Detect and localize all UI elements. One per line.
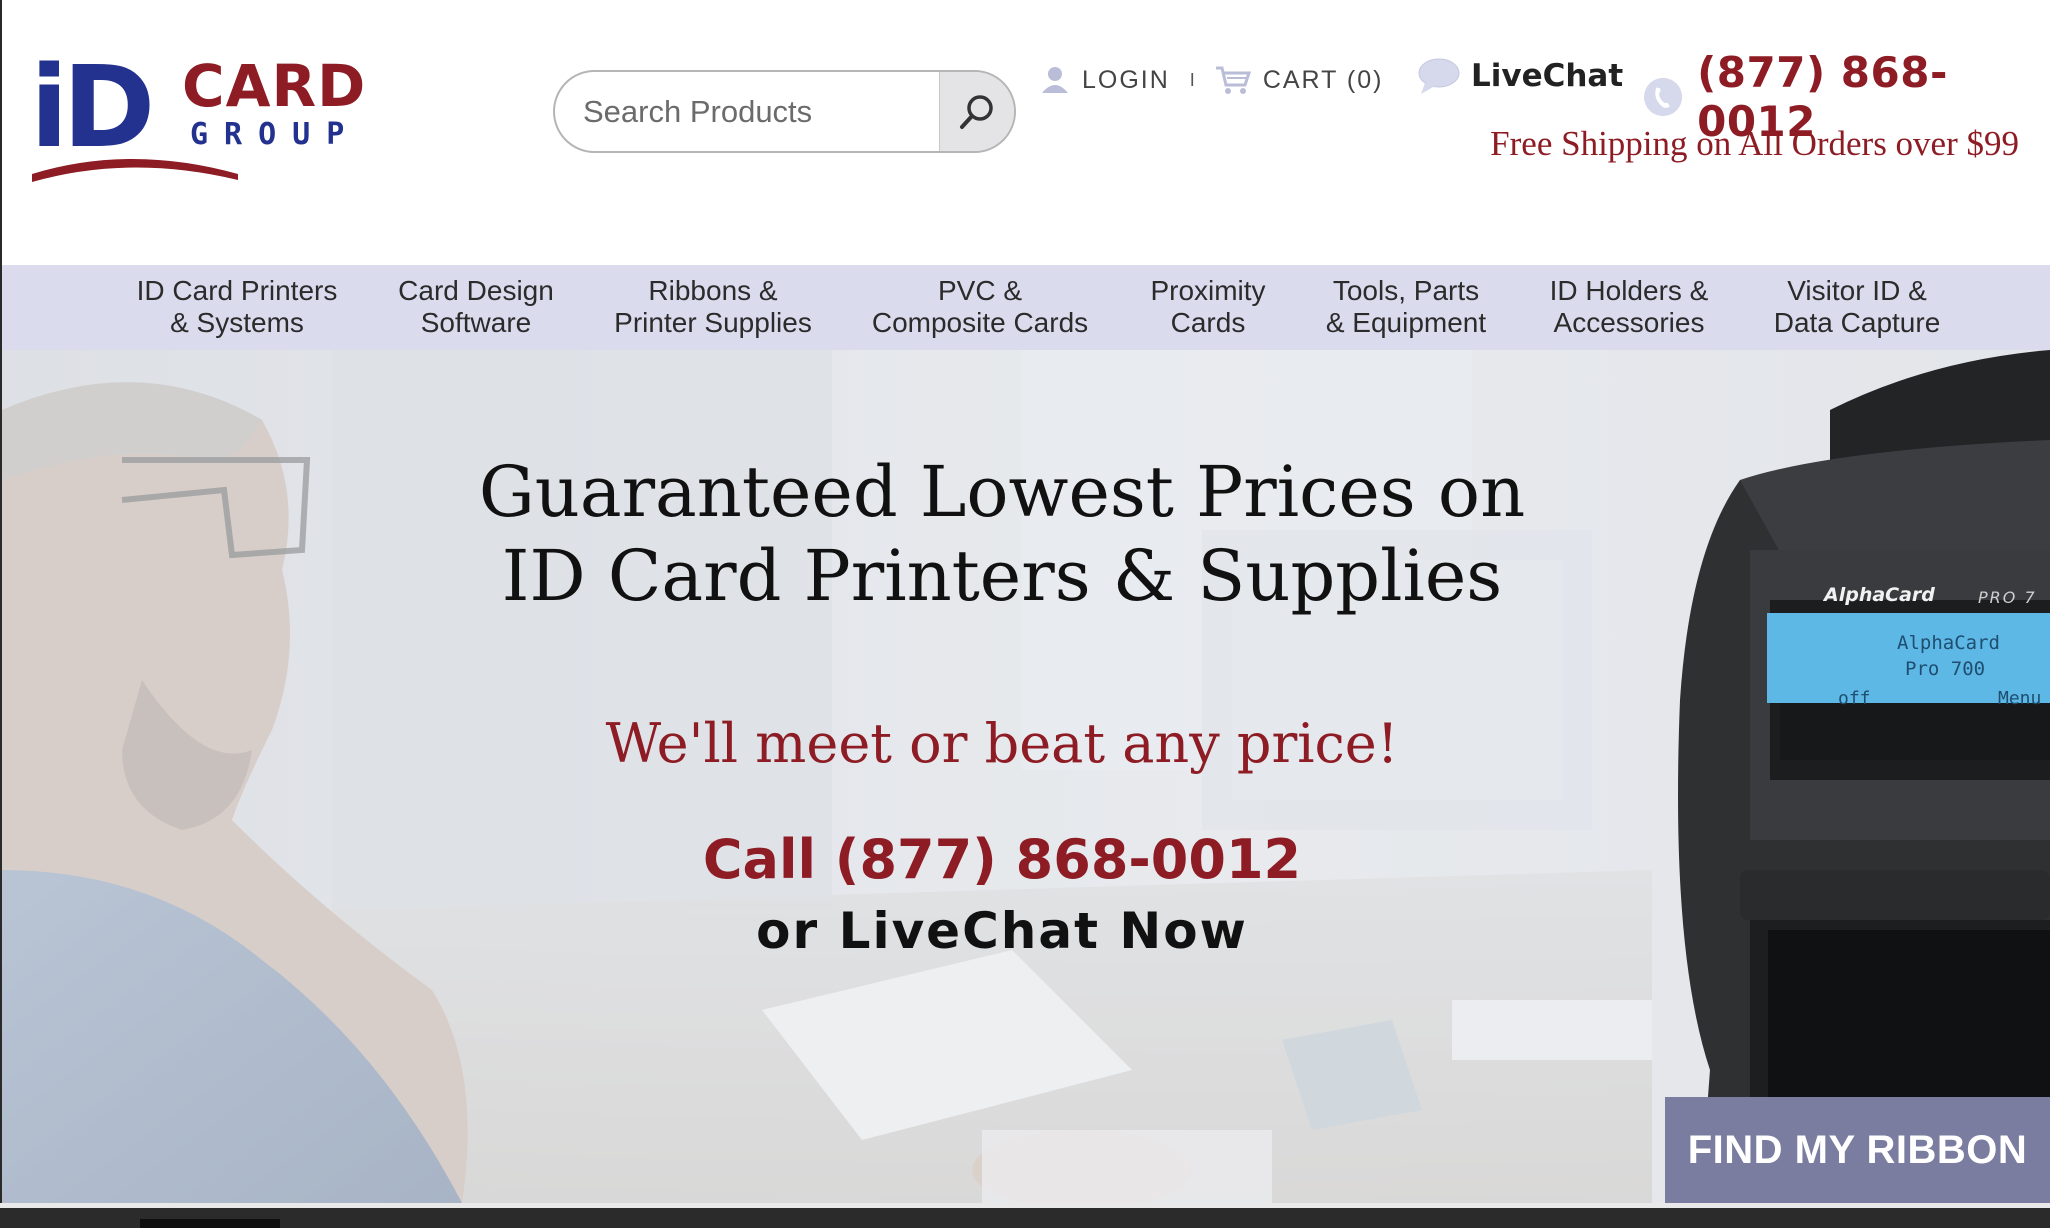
bottom-tab — [140, 1219, 280, 1228]
left-edge-rule — [0, 0, 2, 1228]
login-link[interactable]: LOGIN — [1040, 65, 1170, 95]
nav-item-visitor-id-data-capture[interactable]: Visitor ID & Data Capture — [1774, 275, 1941, 339]
nav-label-line2: Accessories — [1553, 307, 1705, 338]
find-my-ribbon-button[interactable]: FIND MY RIBBON — [1665, 1097, 2050, 1203]
nav-label-line2: Composite Cards — [871, 307, 1089, 338]
bottom-divider — [0, 1203, 2050, 1208]
nav-label-line2: Cards — [1170, 307, 1246, 338]
nav-item-proximity-cards[interactable]: Proximity Cards — [1150, 275, 1265, 339]
nav-label-line2: & Systems — [170, 307, 304, 338]
nav-label-line1: ID Holders & — [1549, 275, 1709, 306]
logo-group-text: GROUP — [190, 117, 360, 152]
page: iD CARD GROUP LOGIN I — [0, 0, 2050, 1228]
login-label: LOGIN — [1082, 65, 1170, 94]
cart-label: CART (0) — [1262, 65, 1384, 94]
hero-headline-line2: ID Card Printers & Supplies — [501, 535, 1503, 617]
nav-item-card-design-software[interactable]: Card Design Software — [398, 275, 554, 339]
shipping-note: Free Shipping on All Orders over $99 — [1490, 124, 2019, 163]
lcd-line2: Pro 700 — [1905, 658, 1986, 680]
chat-bubble-icon — [1418, 58, 1460, 94]
user-icon — [1042, 67, 1068, 93]
nav-item-id-holders-accessories[interactable]: ID Holders & Accessories — [1550, 275, 1709, 339]
nav-item-id-card-printers[interactable]: ID Card Printers & Systems — [137, 275, 338, 339]
bottom-strip — [0, 1203, 2050, 1228]
hero-headline-line1: Guaranteed Lowest Prices on — [478, 451, 1526, 533]
nav-label-line2: & Equipment — [1325, 307, 1487, 338]
logo[interactable]: iD CARD GROUP — [30, 43, 410, 186]
nav-label-line1: Ribbons & — [648, 275, 778, 306]
nav-label-line2: Printer Supplies — [614, 307, 812, 338]
phone-icon — [1643, 77, 1683, 117]
search-box — [553, 70, 1016, 153]
nav-label-line1: Proximity — [1150, 275, 1266, 306]
nav-label-line2: Software — [420, 307, 532, 338]
nav-label-line1: Card Design — [398, 275, 554, 306]
livechat-link[interactable]: LiveChat — [1417, 56, 1623, 96]
cart-link[interactable]: CART (0) — [1215, 65, 1384, 95]
livechat-label: LiveChat — [1471, 58, 1624, 94]
cart-icon — [1215, 66, 1251, 94]
nav-item-tools-parts-equipment[interactable]: Tools, Parts & Equipment — [1326, 275, 1486, 339]
main-nav: ID Card Printers & Systems Card Design S… — [2, 265, 2050, 350]
nav-label-line1: Tools, Parts — [1332, 275, 1480, 306]
lcd-line1: AlphaCard — [1897, 632, 2000, 654]
nav-label-line1: PVC & — [937, 275, 1023, 306]
link-separator: I — [1189, 69, 1195, 90]
nav-label-line2: Data Capture — [1773, 307, 1941, 338]
search-input[interactable] — [555, 72, 943, 151]
hero-livechat-link[interactable]: or LiveChat Now — [756, 902, 1248, 960]
lcd-right: Menu — [1998, 688, 2042, 709]
nav-label-line1: ID Card Printers — [136, 275, 338, 306]
hero-headline: Guaranteed Lowest Prices on ID Card Prin… — [479, 450, 1525, 618]
printer-image — [1678, 350, 2050, 1203]
nav-label-line1: Visitor ID & — [1787, 275, 1927, 306]
hero-call-link[interactable]: Call (877) 868-0012 — [703, 828, 1301, 891]
logo-graphic: iD CARD GROUP — [30, 43, 366, 182]
hero-banner[interactable]: AlphaCard PRO 7 AlphaCard Pro 700 off Me… — [2, 350, 2050, 1203]
top-links: LOGIN I CART (0) — [1040, 58, 1383, 102]
lcd-left: off — [1838, 688, 1871, 709]
nav-item-pvc-composite-cards[interactable]: PVC & Composite Cards — [872, 275, 1088, 339]
printer-brand-label: AlphaCard — [1824, 584, 1935, 606]
search-button[interactable] — [939, 72, 1014, 151]
logo-card-text: CARD — [182, 52, 366, 120]
nav-item-ribbons-supplies[interactable]: Ribbons & Printer Supplies — [614, 275, 812, 339]
search-icon — [960, 94, 993, 129]
logo-id-text: iD — [30, 46, 150, 173]
hero-subheadline: We'll meet or beat any price! — [605, 712, 1399, 775]
printer-model-label: PRO 7 — [1978, 588, 2037, 607]
